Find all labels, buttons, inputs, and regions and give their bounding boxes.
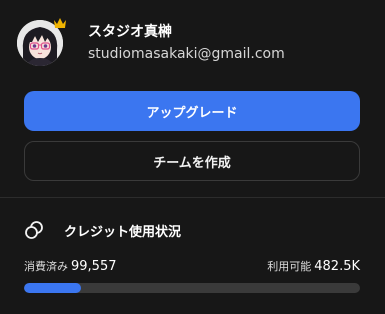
profile-header: スタジオ真榊 studiomasakaki@gmail.com <box>17 17 367 67</box>
credit-usage-title: クレジット使用状況 <box>64 225 182 240</box>
coins-icon <box>25 221 43 239</box>
credit-progress-bar <box>24 283 360 293</box>
crown-icon <box>54 18 66 28</box>
used-credits: 消費済み 99,557 <box>24 258 117 274</box>
credit-stats: 消費済み 99,557 利用可能 482.5K <box>24 258 360 278</box>
available-label: 利用可能 <box>267 260 312 273</box>
credit-usage-header: クレジット使用状況 <box>24 218 354 242</box>
upgrade-button[interactable]: アップグレード <box>24 91 360 131</box>
email-address: studiomasakaki@gmail.com <box>88 46 285 62</box>
display-name: スタジオ真榊 <box>88 24 172 40</box>
credit-progress-fill <box>24 283 82 293</box>
used-value: 99,557 <box>71 259 117 274</box>
available-credits: 利用可能 482.5K <box>267 258 360 274</box>
available-value: 482.5K <box>314 259 360 274</box>
create-team-button[interactable]: チームを作成 <box>24 141 360 181</box>
section-divider <box>0 197 385 198</box>
used-label: 消費済み <box>24 260 68 273</box>
